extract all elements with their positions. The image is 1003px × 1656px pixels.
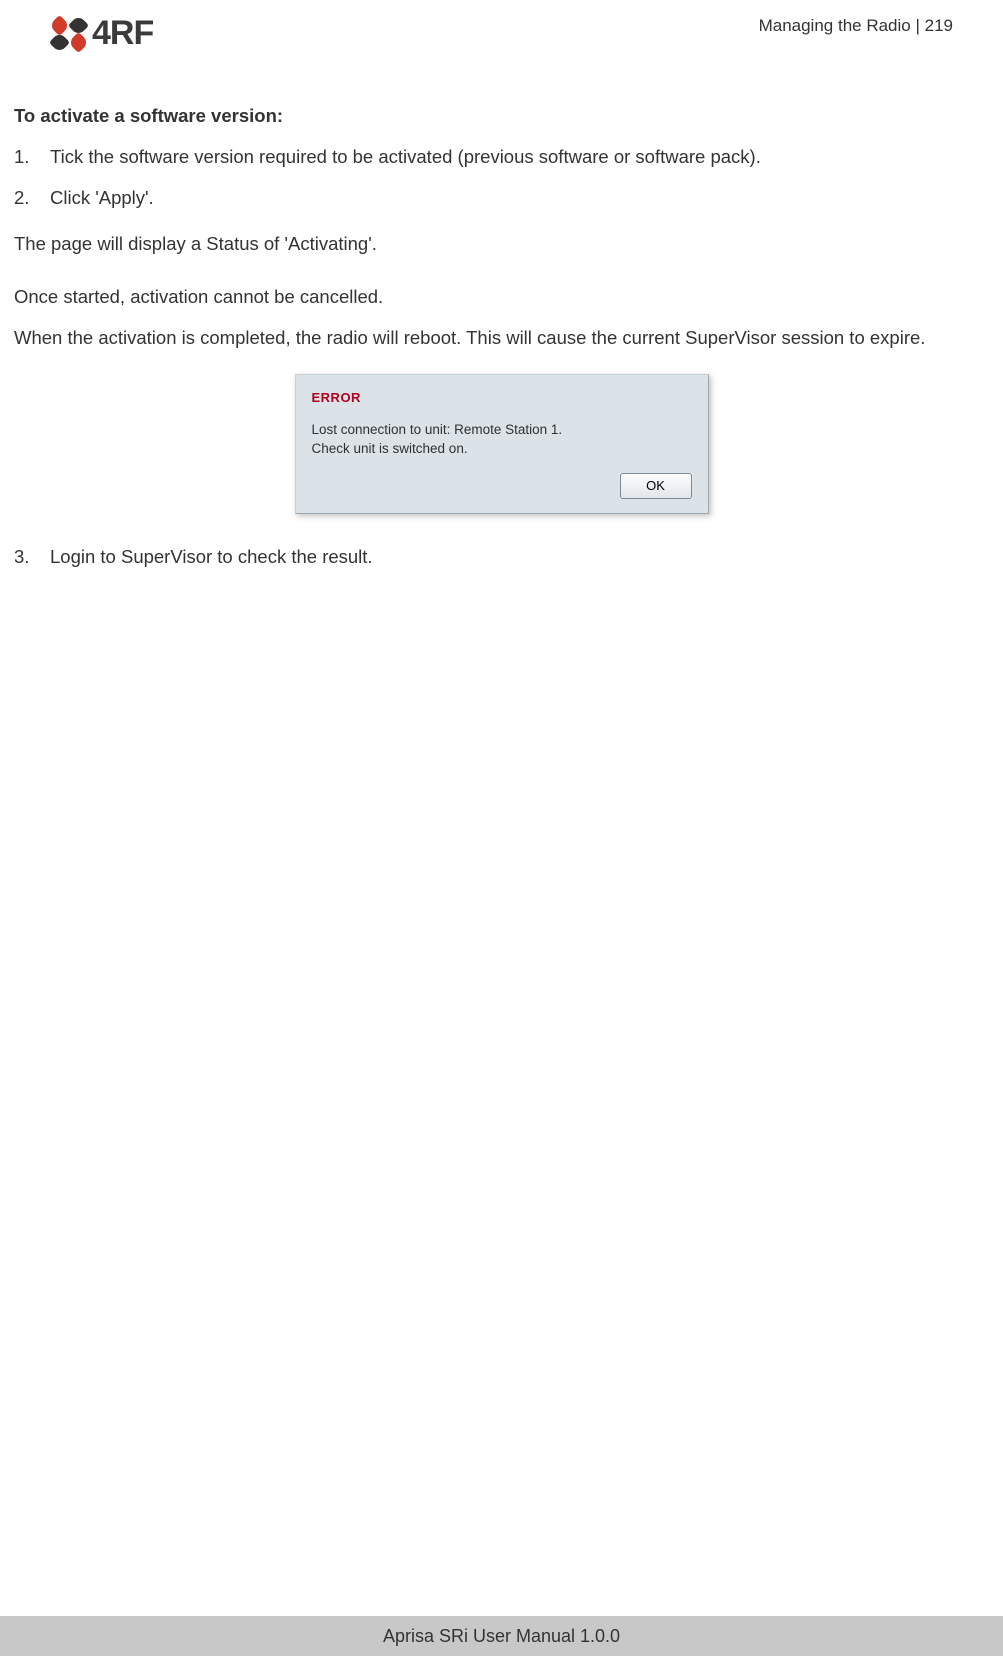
logo: 4RF [50, 14, 153, 53]
separator: | [911, 16, 925, 35]
paragraph: When the activation is completed, the ra… [14, 325, 989, 352]
error-label: ERROR [312, 389, 692, 408]
step-number: 3. [14, 544, 50, 571]
step-row: 3. Login to SuperVisor to check the resu… [14, 544, 989, 571]
logo-icon [50, 16, 88, 52]
step-row: 2. Click 'Apply'. [14, 185, 989, 212]
paragraph: Once started, activation cannot be cance… [14, 284, 989, 311]
error-line: Check unit is switched on. [312, 441, 468, 456]
step-text: Login to SuperVisor to check the result. [50, 544, 373, 571]
page-content: To activate a software version: 1. Tick … [0, 53, 1003, 571]
page-header: 4RF Managing the Radio | 219 [0, 0, 1003, 53]
header-breadcrumb: Managing the Radio | 219 [759, 14, 953, 36]
error-message: Lost connection to unit: Remote Station … [312, 420, 692, 459]
step-number: 1. [14, 144, 50, 171]
footer-text: Aprisa SRi User Manual 1.0.0 [383, 1626, 620, 1647]
ok-button[interactable]: OK [620, 473, 692, 499]
section-heading: To activate a software version: [14, 103, 989, 130]
step-text: Click 'Apply'. [50, 185, 154, 212]
paragraph: The page will display a Status of 'Activ… [14, 231, 989, 258]
section-name: Managing the Radio [759, 16, 911, 35]
page-footer: Aprisa SRi User Manual 1.0.0 [0, 1616, 1003, 1656]
step-row: 1. Tick the software version required to… [14, 144, 989, 171]
step-number: 2. [14, 185, 50, 212]
logo-text: 4RF [92, 14, 153, 53]
dialog-figure: ERROR Lost connection to unit: Remote St… [14, 374, 989, 514]
page-number: 219 [925, 16, 953, 35]
step-text: Tick the software version required to be… [50, 144, 761, 171]
error-line: Lost connection to unit: Remote Station … [312, 422, 563, 437]
error-dialog: ERROR Lost connection to unit: Remote St… [295, 374, 709, 514]
